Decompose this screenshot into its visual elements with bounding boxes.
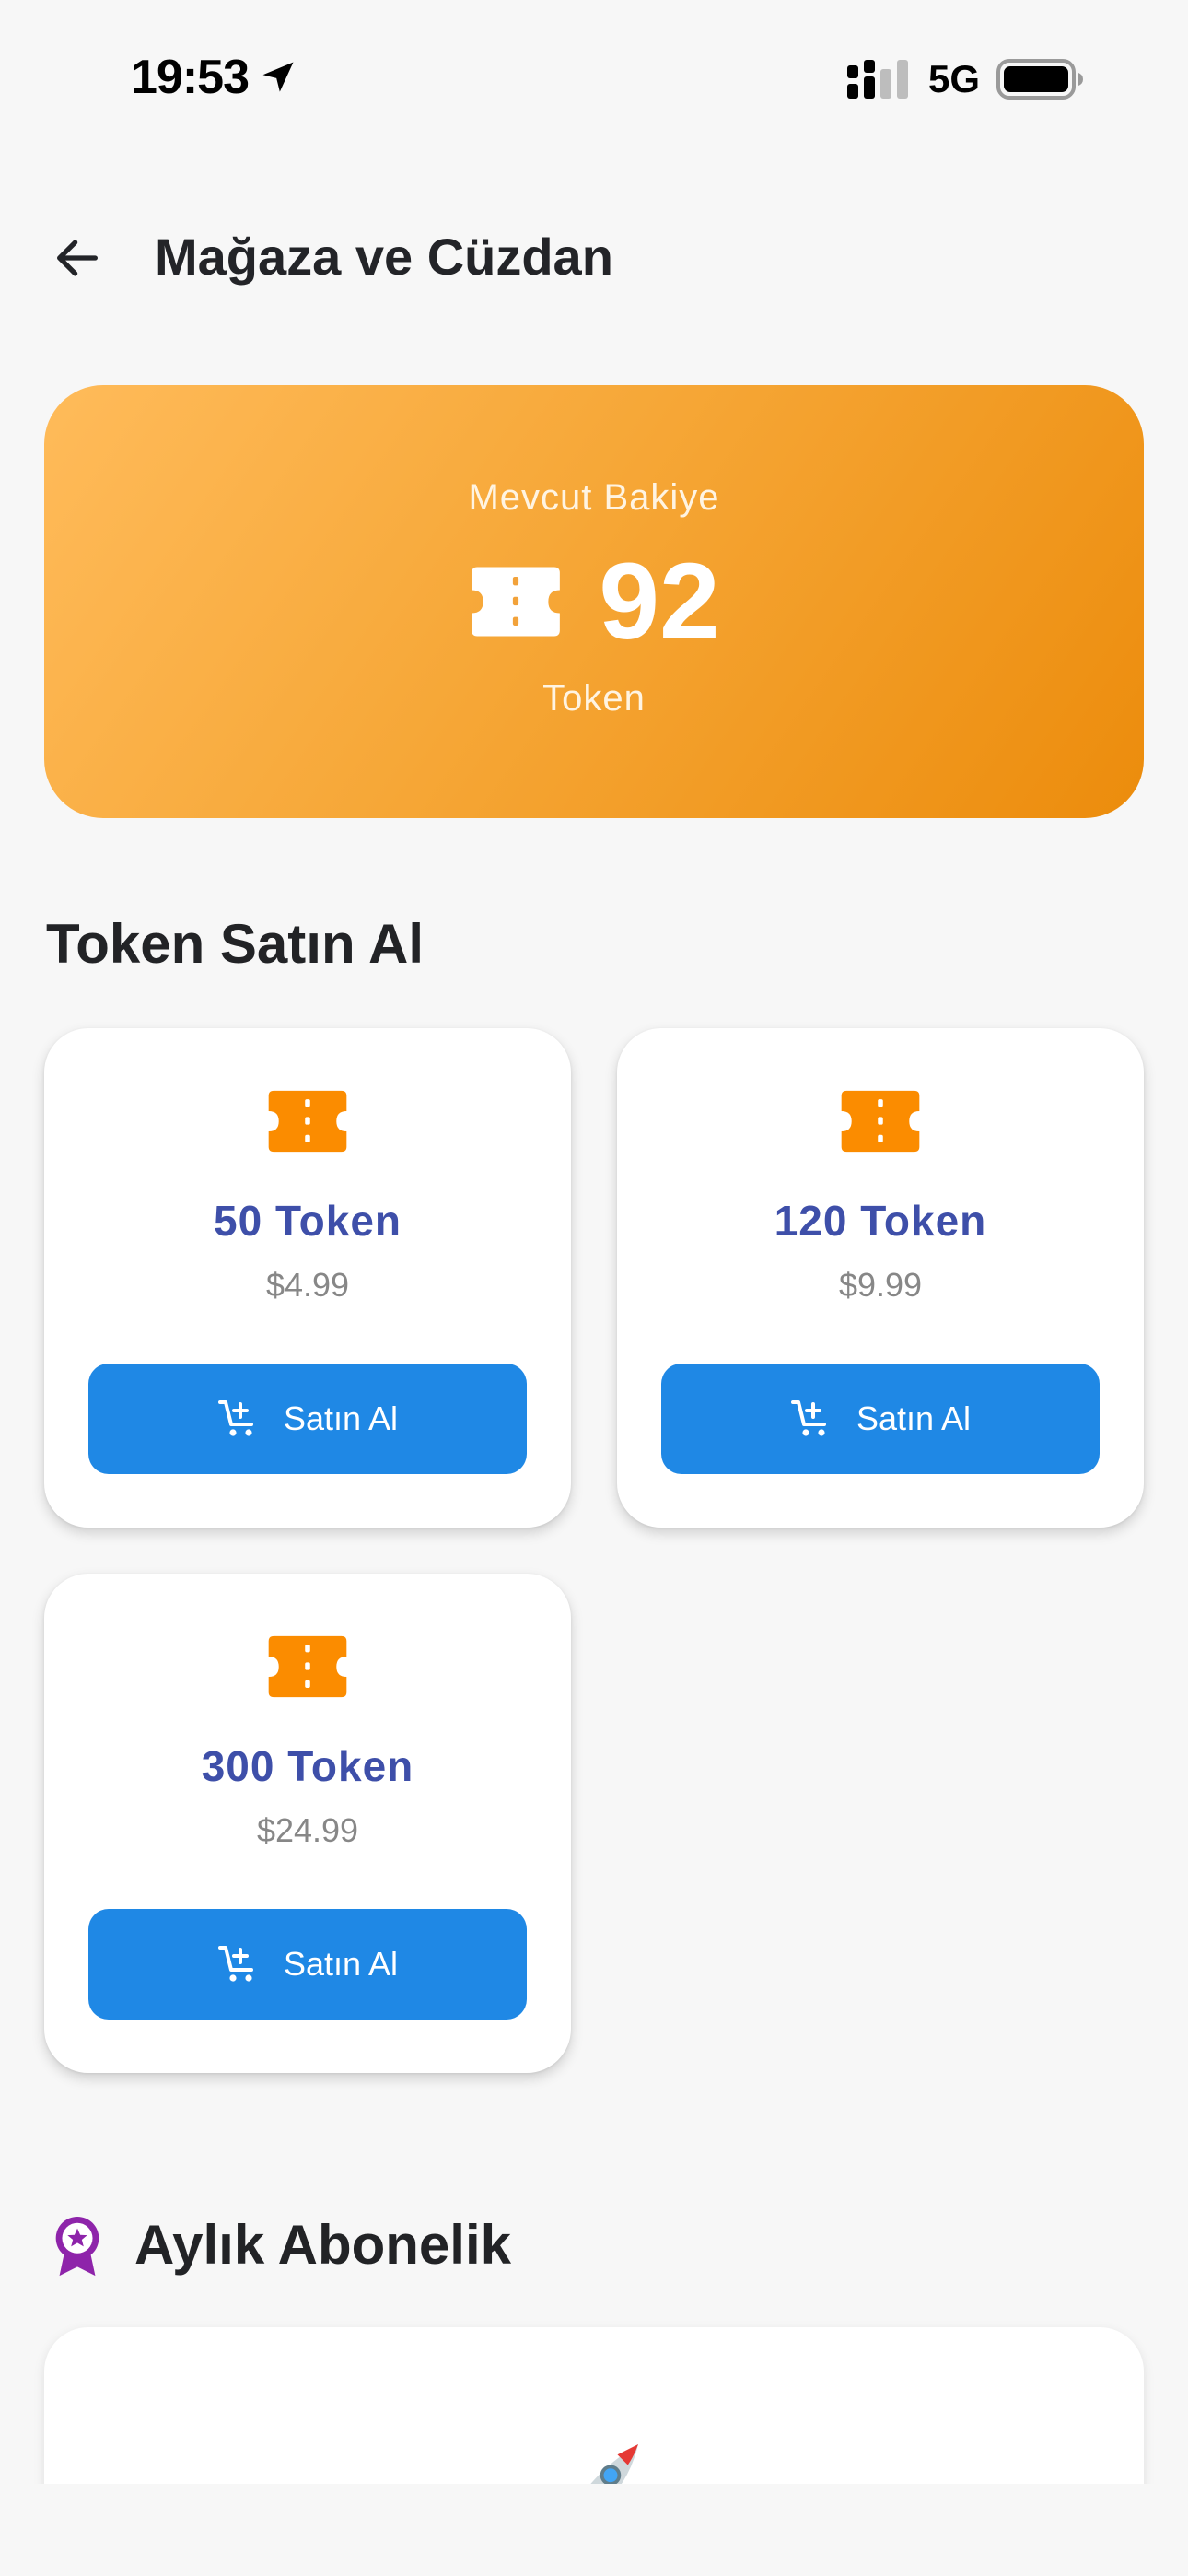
- balance-card: Mevcut Bakiye 92 Token: [44, 385, 1144, 818]
- arrow-left-icon: [57, 240, 98, 276]
- back-button[interactable]: [44, 225, 111, 291]
- status-right-group: 5G: [846, 57, 1085, 101]
- balance-unit: Token: [542, 678, 646, 719]
- ticket-icon: [268, 1090, 347, 1153]
- token-package-card: 300 Token $24.99 Satın Al: [44, 1574, 571, 2073]
- network-type: 5G: [927, 57, 980, 100]
- package-title: 120 Token: [774, 1197, 987, 1245]
- balance-row: 92: [44, 547, 1144, 656]
- location-arrow-icon: [262, 62, 294, 92]
- buy-button-label: Satın Al: [283, 1945, 399, 1983]
- page-title: Mağaza ve Cüzdan: [155, 228, 613, 286]
- package-price: $24.99: [256, 1811, 359, 1849]
- ticket-icon: [472, 567, 561, 637]
- status-time-text: 19:53: [131, 51, 250, 104]
- buy-button[interactable]: Satın Al: [88, 1909, 527, 2020]
- ticket-icon: [841, 1090, 920, 1153]
- signal-icon: [846, 60, 908, 99]
- buy-tokens-title: Token Satın Al: [46, 913, 425, 975]
- token-package-card: 120 Token $9.99 Satın Al: [617, 1028, 1144, 1528]
- buy-button-label: Satın Al: [856, 1399, 972, 1437]
- bottom-area: [0, 2484, 1188, 2576]
- subscription-title: Aylık Abonelik: [134, 2214, 511, 2276]
- buy-button-label: Satın Al: [283, 1399, 399, 1437]
- battery-icon: [996, 59, 1083, 100]
- add-to-cart-icon: [790, 1400, 826, 1436]
- package-title: 50 Token: [214, 1197, 402, 1245]
- buy-button[interactable]: Satın Al: [661, 1364, 1100, 1474]
- add-to-cart-icon: [217, 1400, 253, 1436]
- balance-label: Mevcut Bakiye: [468, 477, 720, 518]
- award-badge-icon: [55, 2216, 99, 2277]
- app-bar: Mağaza ve Cüzdan: [0, 203, 1188, 304]
- status-time: 19:53: [131, 50, 298, 105]
- status-bar: 19:53 5G: [0, 0, 1188, 161]
- token-package-card: 50 Token $4.99 Satın Al: [44, 1028, 571, 1528]
- buy-button[interactable]: Satın Al: [88, 1364, 527, 1474]
- ticket-icon: [268, 1635, 347, 1698]
- package-title: 300 Token: [201, 1742, 414, 1790]
- store-wallet-screen: 19:53 5G Mağaza ve Cüzdan Mevcut Bakiye …: [0, 0, 1188, 2576]
- package-price: $4.99: [265, 1266, 350, 1304]
- add-to-cart-icon: [217, 1946, 253, 1982]
- balance-amount: 92: [599, 541, 720, 662]
- package-price: $9.99: [838, 1266, 923, 1304]
